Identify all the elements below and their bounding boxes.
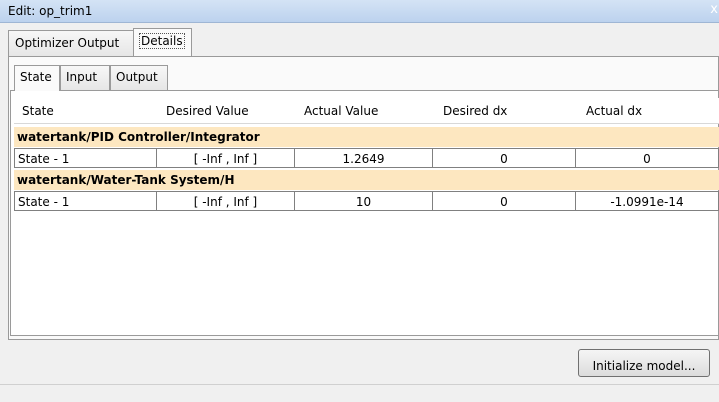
desired-value-cell[interactable]: [ -Inf , Inf ]	[157, 148, 295, 168]
subtab-input[interactable]: Input	[60, 65, 110, 90]
tab-details[interactable]: Details	[133, 28, 192, 56]
column-header-desired-dx[interactable]: Desired dx	[443, 104, 507, 118]
actual-value-cell: 10	[295, 191, 433, 211]
actual-dx-cell: 0	[576, 148, 719, 168]
column-header-actual-dx[interactable]: Actual dx	[586, 104, 642, 118]
initialize-model-button[interactable]: Initialize model...	[578, 349, 710, 377]
tab-optimizer-output[interactable]: Optimizer Output	[8, 30, 134, 56]
title-bar: Edit: op_trim1 x	[0, 0, 719, 23]
state-cell: State - 1	[14, 148, 157, 168]
actual-value-cell: 1.2649	[295, 148, 433, 168]
column-header-state[interactable]: State	[22, 104, 54, 118]
table-row: State - 1 [ -Inf , Inf ] 1.2649 0 0	[14, 148, 719, 168]
divider	[0, 384, 719, 385]
group-row: watertank/PID Controller/Integrator	[14, 127, 719, 147]
table-header: State Desired Value Actual Value Desired…	[14, 98, 719, 124]
desired-dx-cell[interactable]: 0	[433, 191, 576, 211]
column-header-desired-value[interactable]: Desired Value	[166, 104, 249, 118]
subtab-state[interactable]: State	[14, 65, 60, 91]
subtab-output[interactable]: Output	[110, 65, 168, 90]
column-header-actual-value[interactable]: Actual Value	[304, 104, 378, 118]
actual-dx-cell: -1.0991e-14	[576, 191, 719, 211]
close-icon[interactable]: x	[710, 2, 718, 17]
table-row: State - 1 [ -Inf , Inf ] 10 0 -1.0991e-1…	[14, 191, 719, 211]
desired-value-cell[interactable]: [ -Inf , Inf ]	[157, 191, 295, 211]
group-row: watertank/Water-Tank System/H	[14, 170, 719, 190]
window-title: Edit: op_trim1	[8, 4, 93, 18]
desired-dx-cell[interactable]: 0	[433, 148, 576, 168]
state-cell: State - 1	[14, 191, 157, 211]
